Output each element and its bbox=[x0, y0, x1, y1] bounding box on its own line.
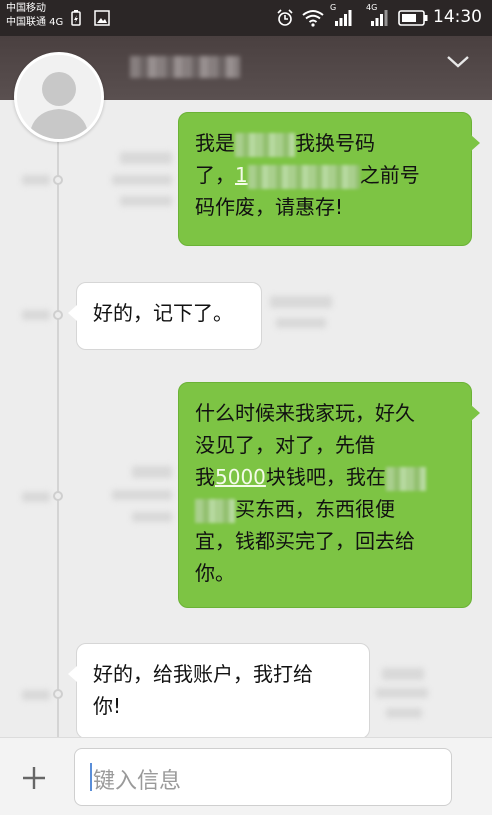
signal-1-icon bbox=[334, 9, 352, 30]
message-text: 我是 bbox=[195, 131, 235, 155]
message-text: 码作废，请惠存! bbox=[195, 195, 344, 219]
battery-saver-icon bbox=[70, 10, 82, 30]
plus-icon[interactable] bbox=[18, 762, 50, 794]
meta-redacted bbox=[120, 196, 172, 206]
contact-avatar[interactable] bbox=[14, 52, 104, 142]
message-outgoing[interactable]: 什么时候来我家玩，好久 没见了，对了，先借 我5000块钱吧，我在 买东西，东西… bbox=[178, 382, 480, 608]
message-text: 我换号码 bbox=[295, 131, 375, 155]
amount-link[interactable]: 5000 bbox=[215, 465, 266, 489]
wifi-icon bbox=[302, 9, 324, 31]
meta-redacted bbox=[132, 512, 172, 522]
timeline-dot bbox=[53, 175, 63, 185]
chevron-down-icon[interactable] bbox=[446, 54, 470, 74]
timestamp-redacted bbox=[22, 690, 50, 700]
meta-redacted bbox=[120, 152, 172, 164]
timeline-dot bbox=[53, 689, 63, 699]
message-input-placeholder: 键入信息 bbox=[93, 769, 182, 794]
timeline-dot bbox=[53, 310, 63, 320]
status-bar: 中国移动 中国联通 4G G 4G 14:30 bbox=[0, 0, 492, 36]
meta-redacted bbox=[376, 688, 428, 698]
message-text: 什么时候来我家玩，好久 bbox=[195, 401, 415, 425]
meta-redacted bbox=[132, 466, 172, 478]
meta-redacted bbox=[270, 296, 332, 308]
redacted-phone-number bbox=[247, 164, 360, 189]
clock-time: 14:30 bbox=[433, 7, 482, 27]
message-text: 好的，给我账户，我打给 bbox=[93, 662, 313, 686]
message-incoming[interactable]: 好的，记下了。 bbox=[68, 282, 262, 350]
contact-name-redacted bbox=[130, 56, 240, 78]
composer-bar: 键入信息 bbox=[0, 737, 492, 815]
timeline-dot bbox=[53, 491, 63, 501]
message-text: 没见了，对了，先借 bbox=[195, 433, 375, 457]
timestamp-redacted bbox=[22, 310, 50, 320]
meta-redacted bbox=[386, 708, 422, 718]
message-text: 块钱吧，我在 bbox=[265, 465, 386, 489]
message-text: 买东西，东西很便 bbox=[235, 497, 395, 521]
gallery-icon bbox=[94, 10, 110, 30]
carrier-1-label: 中国移动 bbox=[6, 3, 46, 14]
person-icon bbox=[17, 55, 101, 139]
text-cursor bbox=[90, 763, 92, 791]
message-text: 好的，记下了。 bbox=[93, 301, 233, 325]
message-text: 我 bbox=[195, 465, 215, 489]
message-text: 你! bbox=[93, 694, 122, 718]
meta-redacted bbox=[276, 318, 326, 328]
battery-icon bbox=[398, 10, 428, 30]
meta-redacted bbox=[112, 175, 172, 185]
message-input[interactable]: 键入信息 bbox=[74, 748, 452, 806]
carrier-2-label: 中国联通 4G bbox=[6, 17, 64, 28]
message-text: 宜，钱都买完了，回去给 bbox=[195, 529, 415, 553]
redacted-location bbox=[195, 498, 235, 523]
meta-redacted bbox=[112, 490, 172, 500]
message-incoming[interactable]: 好的，给我账户，我打给 你! bbox=[68, 643, 370, 739]
meta-redacted bbox=[382, 668, 424, 680]
signal-2-icon bbox=[370, 9, 388, 30]
message-outgoing[interactable]: 我是 我换号码 了，1 之前号 码作废，请惠存! bbox=[178, 112, 480, 246]
timestamp-redacted bbox=[22, 175, 50, 185]
timestamp-redacted bbox=[22, 492, 50, 502]
alarm-icon bbox=[276, 9, 294, 31]
phone-number-link[interactable]: 1 bbox=[235, 163, 248, 187]
timeline-line bbox=[57, 140, 59, 740]
redacted-location bbox=[385, 466, 426, 491]
message-text: 了， bbox=[195, 163, 235, 187]
redacted-text bbox=[235, 132, 295, 157]
message-text: 之前号 bbox=[359, 163, 420, 187]
message-text: 你。 bbox=[195, 561, 235, 585]
